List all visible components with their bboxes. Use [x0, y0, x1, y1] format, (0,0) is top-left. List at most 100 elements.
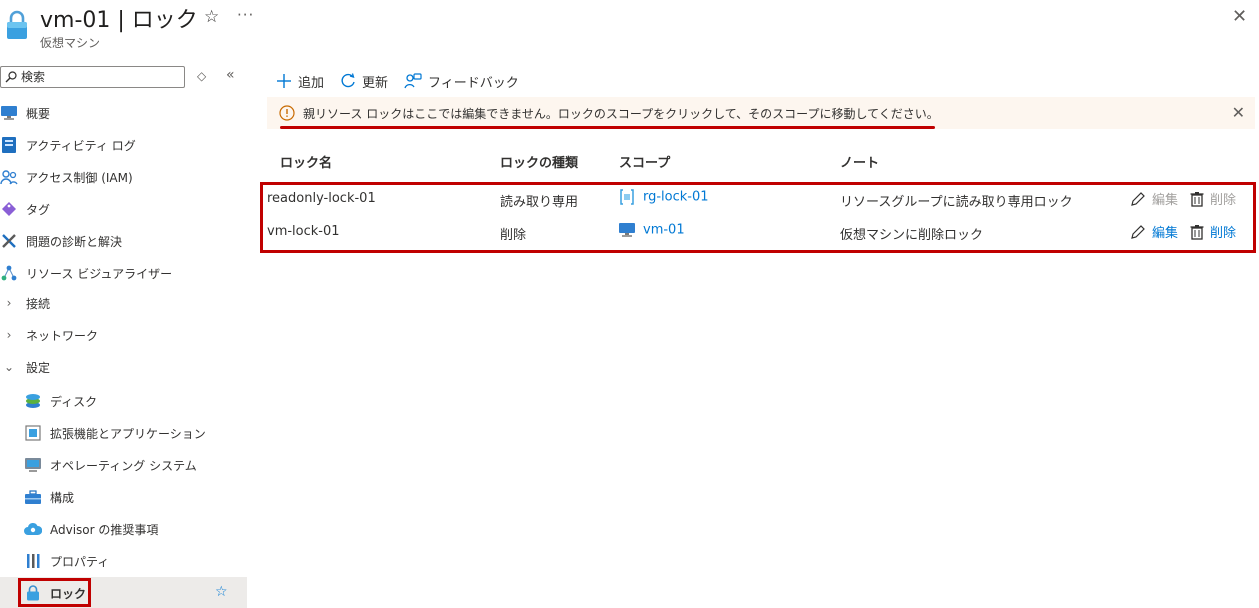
toolbox-icon — [24, 488, 42, 506]
scope-link[interactable]: rg-lock-01 — [643, 190, 709, 205]
scope-link[interactable]: vm-01 — [643, 223, 685, 238]
trash-icon — [1190, 191, 1204, 207]
sidebar-item-label: ディスク — [50, 394, 98, 409]
extension-icon — [24, 424, 42, 442]
tag-icon — [0, 200, 18, 218]
delete-button[interactable]: 削除 — [1190, 189, 1236, 208]
edit-button[interactable]: 編集 — [1130, 189, 1178, 208]
sidebar-item-label: 拡張機能とアプリケーション — [50, 426, 206, 441]
refresh-button[interactable]: 更新 — [340, 72, 388, 91]
sidebar-item-os[interactable]: オペレーティング システム — [24, 452, 197, 478]
sidebar-item-label: タグ — [26, 202, 51, 217]
sidebar-item-label: 問題の診断と解決 — [26, 234, 123, 249]
monitor-icon — [0, 104, 18, 122]
add-label: 追加 — [298, 75, 325, 91]
sidebar-item-activity-log[interactable]: アクティビティ ログ — [0, 132, 136, 158]
collapse-toggle-icon[interactable]: ◇ — [197, 69, 206, 83]
edit-button[interactable]: 編集 — [1130, 222, 1178, 241]
sidebar-item-overview[interactable]: 概要 — [0, 100, 50, 126]
search-icon — [5, 71, 17, 83]
page-subtitle: 仮想マシン — [40, 36, 101, 50]
sidebar-item-configuration[interactable]: 構成 — [24, 484, 74, 510]
sidebar-item-label: リソース ビジュアライザー — [26, 266, 173, 281]
sidebar-item-advisor[interactable]: Advisor の推奨事項 — [24, 516, 158, 542]
sidebar-item-label: アクティビティ ログ — [26, 138, 136, 153]
sidebar-item-label: オペレーティング システム — [50, 458, 197, 473]
page-title: vm-01 | ロック — [40, 8, 198, 33]
page-header: vm-01 | ロック 仮想マシン ☆ ··· ✕ — [0, 0, 1259, 56]
lock-name-cell: vm-lock-01 — [267, 224, 340, 239]
sidebar-item-visualizer[interactable]: リソース ビジュアライザー — [0, 260, 172, 286]
favorite-star-icon[interactable]: ☆ — [215, 584, 228, 600]
sidebar-item-connect[interactable]: › 接続 — [0, 290, 50, 316]
lock-type-cell: 削除 — [500, 228, 527, 243]
trash-icon — [1190, 224, 1204, 240]
chevron-right-icon: › — [6, 328, 12, 342]
sidebar-item-label: 構成 — [50, 490, 75, 505]
virtual-machine-icon — [619, 223, 635, 237]
scope-cell[interactable]: vm-01 — [619, 222, 685, 238]
refresh-label: 更新 — [362, 75, 389, 91]
sidebar-item-label: 設定 — [26, 360, 51, 375]
highlight-box — [18, 578, 91, 607]
feedback-button[interactable]: フィードバック — [404, 72, 519, 91]
people-icon — [0, 168, 18, 186]
column-header-scope[interactable]: スコープ — [619, 152, 670, 171]
note-cell: 仮想マシンに削除ロック — [840, 228, 984, 243]
os-icon — [24, 456, 42, 474]
column-header-note[interactable]: ノート — [840, 152, 879, 171]
scope-cell[interactable]: rg-lock-01 — [619, 189, 709, 205]
edit-label: 編集 — [1152, 226, 1179, 241]
command-bar: 追加 更新 フィードバック — [276, 70, 535, 92]
edit-label: 編集 — [1152, 193, 1179, 208]
sidebar-item-label: ネットワーク — [26, 328, 99, 343]
sidebar-item-settings[interactable]: ⌄ 設定 — [0, 354, 50, 380]
info-icon — [279, 105, 295, 121]
sidebar-search[interactable] — [0, 66, 185, 88]
sidebar-item-network[interactable]: › ネットワーク — [0, 322, 98, 348]
wrench-icon — [0, 232, 18, 250]
close-icon[interactable]: ✕ — [1232, 6, 1247, 27]
sidebar-item-label: 接続 — [26, 296, 51, 311]
resource-group-icon — [620, 189, 634, 205]
lock-name-cell: readonly-lock-01 — [267, 191, 376, 206]
feedback-label: フィードバック — [428, 75, 519, 91]
refresh-icon — [341, 73, 355, 88]
info-bar: 親リソース ロックはここでは編集できません。ロックのスコープをクリックして、その… — [267, 97, 1255, 129]
collapse-sidebar-icon[interactable]: « — [226, 67, 235, 83]
chevron-right-icon: › — [6, 296, 12, 310]
sidebar-item-disk[interactable]: ディスク — [24, 388, 97, 414]
lock-icon — [7, 10, 27, 39]
sidebar-item-extensions[interactable]: 拡張機能とアプリケーション — [24, 420, 206, 446]
note-cell: リソースグループに読み取り専用ロック — [840, 195, 1073, 210]
sidebar-item-diagnose[interactable]: 問題の診断と解決 — [0, 228, 122, 254]
feedback-icon — [404, 73, 422, 89]
sidebar-item-properties[interactable]: プロパティ — [24, 548, 109, 574]
plus-icon — [277, 74, 291, 88]
add-button[interactable]: 追加 — [276, 72, 324, 91]
disk-icon — [24, 392, 42, 410]
highlight-underline — [280, 126, 935, 129]
delete-label: 削除 — [1210, 193, 1237, 208]
search-input[interactable] — [21, 70, 171, 84]
more-options-icon[interactable]: ··· — [237, 6, 254, 24]
favorite-star-icon[interactable]: ☆ — [204, 7, 219, 27]
delete-button[interactable]: 削除 — [1190, 222, 1236, 241]
log-icon — [0, 136, 18, 154]
sidebar-item-label: アクセス制御 (IAM) — [26, 170, 133, 185]
chevron-down-icon: ⌄ — [3, 360, 15, 374]
pencil-icon — [1131, 224, 1145, 239]
properties-icon — [24, 552, 42, 570]
sidebar-item-iam[interactable]: アクセス制御 (IAM) — [0, 164, 133, 190]
sidebar-item-label: Advisor の推奨事項 — [50, 522, 159, 537]
sidebar-item-label: 概要 — [26, 106, 51, 121]
delete-label: 削除 — [1210, 226, 1237, 241]
sidebar-item-label: プロパティ — [50, 554, 110, 569]
pencil-icon — [1131, 191, 1145, 206]
visualizer-icon — [0, 264, 18, 282]
column-header-lock-name[interactable]: ロック名 — [280, 152, 332, 171]
highlight-box — [260, 182, 1256, 253]
column-header-lock-type[interactable]: ロックの種類 — [500, 152, 578, 171]
sidebar-item-tags[interactable]: タグ — [0, 196, 50, 222]
close-icon[interactable]: ✕ — [1232, 103, 1245, 122]
